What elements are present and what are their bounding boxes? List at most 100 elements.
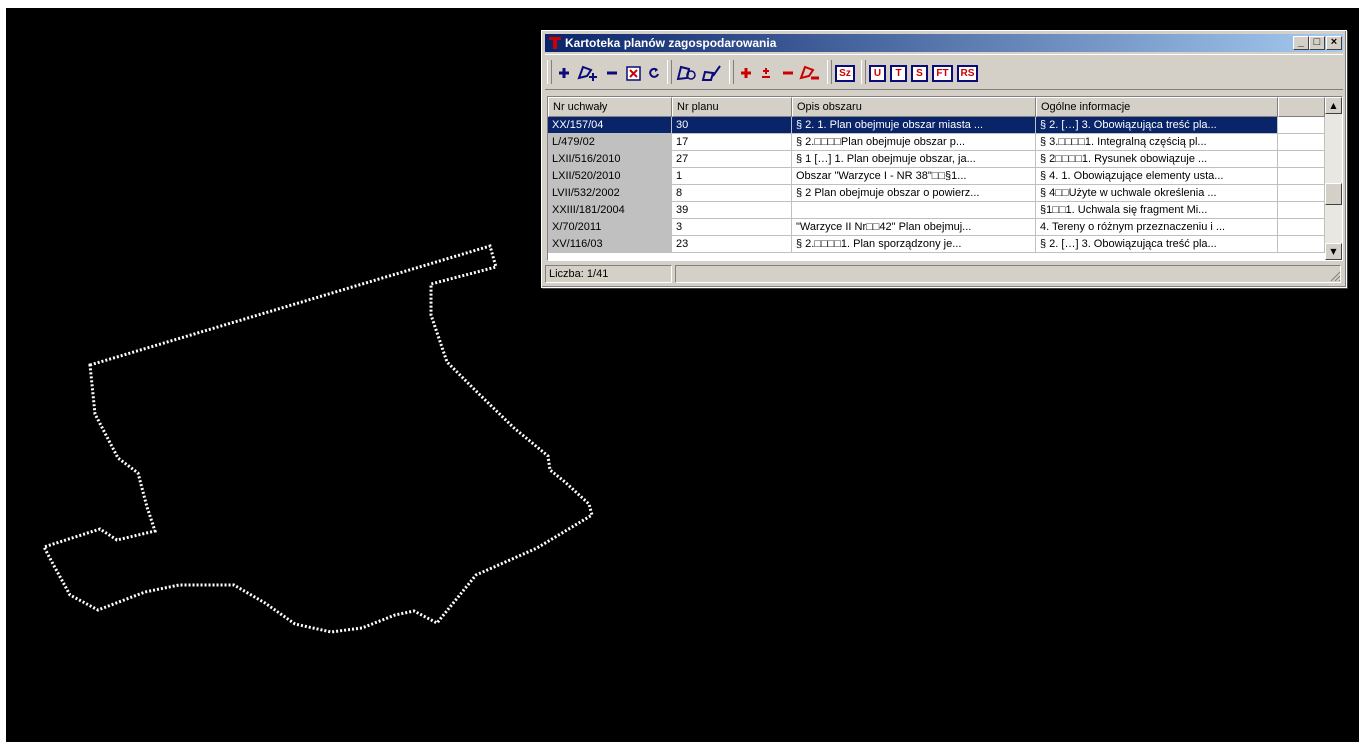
edit-geometry-button[interactable] <box>701 63 723 83</box>
delete-icon <box>625 65 641 81</box>
s-button[interactable]: S <box>911 65 928 82</box>
toolbar-grip[interactable] <box>547 60 552 84</box>
add-polygon-icon <box>577 65 597 81</box>
window-title: Kartoteka planów zagospodarowania <box>565 36 777 50</box>
polygon-search-button[interactable] <box>676 63 698 83</box>
table-cell-filler <box>1278 202 1325 219</box>
table-cell-filler <box>1278 236 1325 253</box>
table-cell[interactable]: XV/116/03 <box>548 236 672 253</box>
table-cell[interactable]: LXII/516/2010 <box>548 151 672 168</box>
title-bar[interactable]: Kartoteka planów zagospodarowania _ □ × <box>545 34 1343 52</box>
plans-table[interactable]: Nr uchwały Nr planu Opis obszaru Ogólne … <box>547 96 1343 261</box>
toolbar-separator <box>861 60 866 84</box>
app-icon <box>549 37 561 49</box>
table-cell[interactable]: § 2.□□□□Plan obejmuje obszar p... <box>792 134 1036 151</box>
toolbar-separator <box>667 60 672 84</box>
table-cell-filler <box>1278 219 1325 236</box>
delete-button[interactable] <box>625 63 641 83</box>
table-cell-filler <box>1278 168 1325 185</box>
u-button[interactable]: U <box>869 65 886 82</box>
table-row[interactable]: XV/116/03 23 § 2.□□□□1. Plan sporządzony j… <box>548 236 1325 253</box>
table-cell[interactable]: 30 <box>672 117 792 134</box>
table-cell[interactable]: 23 <box>672 236 792 253</box>
t-button[interactable]: T <box>890 65 907 82</box>
table-cell[interactable]: 27 <box>672 151 792 168</box>
edit-geometry-icon <box>701 65 721 81</box>
table-row[interactable]: XXIII/181/2004 39 §1□□1. Uchwala się fragm… <box>548 202 1325 219</box>
table-row[interactable]: LVII/532/2002 8 § 2 Plan obejmuje obszar o… <box>548 185 1325 202</box>
table-row[interactable]: LXII/516/2010 27 § 1 […] 1. Plan obejmuje … <box>548 151 1325 168</box>
table-cell[interactable]: 4. Tereny o różnym przeznaczeniu i ... <box>1036 219 1278 236</box>
plusminus-red-icon <box>762 68 770 78</box>
ft-button[interactable]: FT <box>932 65 953 82</box>
table-cell[interactable]: X/70/2011 <box>548 219 672 236</box>
rs-button[interactable]: RS <box>957 65 978 82</box>
plus-red-icon <box>741 68 751 78</box>
add-icon <box>559 68 569 78</box>
column-header[interactable]: Opis obszaru <box>792 97 1036 117</box>
table-cell[interactable]: Obszar "Warzyce I - NR 38"□□§1... <box>792 168 1036 185</box>
table-cell[interactable]: 3 <box>672 219 792 236</box>
table-cell[interactable]: §1□□1. Uchwala się fragment Mi... <box>1036 202 1278 219</box>
table-cell[interactable]: 17 <box>672 134 792 151</box>
status-message <box>675 265 1341 283</box>
remove-icon <box>607 71 617 75</box>
table-cell[interactable]: L/479/02 <box>548 134 672 151</box>
minimize-button[interactable]: _ <box>1293 36 1309 50</box>
vertical-scrollbar[interactable]: ▲ ▼ <box>1325 97 1342 260</box>
record-count: Liczba: 1/41 <box>545 265 672 283</box>
table-body: XX/157/04 30 § 2. 1. Plan obejmuje obszar … <box>548 117 1325 253</box>
table-cell-filler <box>1278 117 1325 134</box>
add-polygon-button[interactable] <box>577 63 599 83</box>
table-cell[interactable] <box>792 202 1036 219</box>
table-cell-filler <box>1278 185 1325 202</box>
plusminus-red-button[interactable] <box>759 63 773 83</box>
table-cell[interactable]: 1 <box>672 168 792 185</box>
table-row[interactable]: L/479/02 17 § 2.□□□□Plan obejmuje obszar p… <box>548 134 1325 151</box>
table-cell[interactable]: § 2 Plan obejmuje obszar o powierz... <box>792 185 1036 202</box>
table-row[interactable]: X/70/2011 3 "Warzyce II Nr□□42" Plan obejm… <box>548 219 1325 236</box>
column-header[interactable]: Nr planu <box>672 97 792 117</box>
table-cell[interactable]: § 1 […] 1. Plan obejmuje obszar, ja... <box>792 151 1036 168</box>
plans-register-window[interactable]: Kartoteka planów zagospodarowania _ □ × <box>541 30 1347 288</box>
table-row[interactable]: XX/157/04 30 § 2. 1. Plan obejmuje obszar … <box>548 117 1325 134</box>
minus-red-button[interactable] <box>781 63 795 83</box>
resize-grip-icon[interactable] <box>1330 271 1341 282</box>
table-cell[interactable]: § 2□□□□1. Rysunek obowiązuje ... <box>1036 151 1278 168</box>
table-cell[interactable]: § 3.□□□□1. Integralną częścią pl... <box>1036 134 1278 151</box>
table-cell[interactable]: § 2. 1. Plan obejmuje obszar miasta ... <box>792 117 1036 134</box>
table-cell[interactable]: XX/157/04 <box>548 117 672 134</box>
table-cell[interactable]: LVII/532/2002 <box>548 185 672 202</box>
remove-polygon-red-button[interactable] <box>799 63 821 83</box>
minus-red-icon <box>783 71 793 75</box>
remove-button[interactable] <box>605 63 619 83</box>
table-cell[interactable]: § 2. […] 3. Obowiązująca treść pla... <box>1036 236 1278 253</box>
table-cell[interactable]: § 2.□□□□1. Plan sporządzony je... <box>792 236 1036 253</box>
table-cell[interactable]: § 4. 1. Obowiązujące elementy usta... <box>1036 168 1278 185</box>
sz-button[interactable]: Sz <box>835 65 855 82</box>
toolbar: Sz U T S FT RS <box>545 54 1343 90</box>
table-cell[interactable]: "Warzyce II Nr□□42" Plan obejmuj... <box>792 219 1036 236</box>
toolbar-separator <box>827 60 832 84</box>
table-cell[interactable]: § 2. […] 3. Obowiązująca treść pla... <box>1036 117 1278 134</box>
table-cell[interactable]: LXII/520/2010 <box>548 168 672 185</box>
table-cell[interactable]: XXIII/181/2004 <box>548 202 672 219</box>
add-button[interactable] <box>557 63 571 83</box>
table-cell[interactable]: § 4□□Użyte w uchwale określenia ... <box>1036 185 1278 202</box>
column-header[interactable]: Nr uchwały <box>548 97 672 117</box>
add-red-button[interactable] <box>739 63 753 83</box>
scroll-up-button[interactable]: ▲ <box>1325 97 1342 114</box>
refresh-button[interactable] <box>647 63 661 83</box>
remove-polygon-red-icon <box>799 65 819 80</box>
column-header[interactable]: Ogólne informacje <box>1036 97 1278 117</box>
table-cell[interactable]: 8 <box>672 185 792 202</box>
table-row[interactable]: LXII/520/2010 1 Obszar "Warzyce I - NR 38"… <box>548 168 1325 185</box>
scroll-thumb[interactable] <box>1325 183 1342 205</box>
close-button[interactable]: × <box>1326 36 1342 50</box>
maximize-button[interactable]: □ <box>1309 36 1325 50</box>
refresh-icon <box>649 67 659 78</box>
table-cell-filler <box>1278 151 1325 168</box>
table-cell[interactable]: 39 <box>672 202 792 219</box>
scroll-down-button[interactable]: ▼ <box>1325 243 1342 260</box>
column-header-filler <box>1278 97 1325 117</box>
